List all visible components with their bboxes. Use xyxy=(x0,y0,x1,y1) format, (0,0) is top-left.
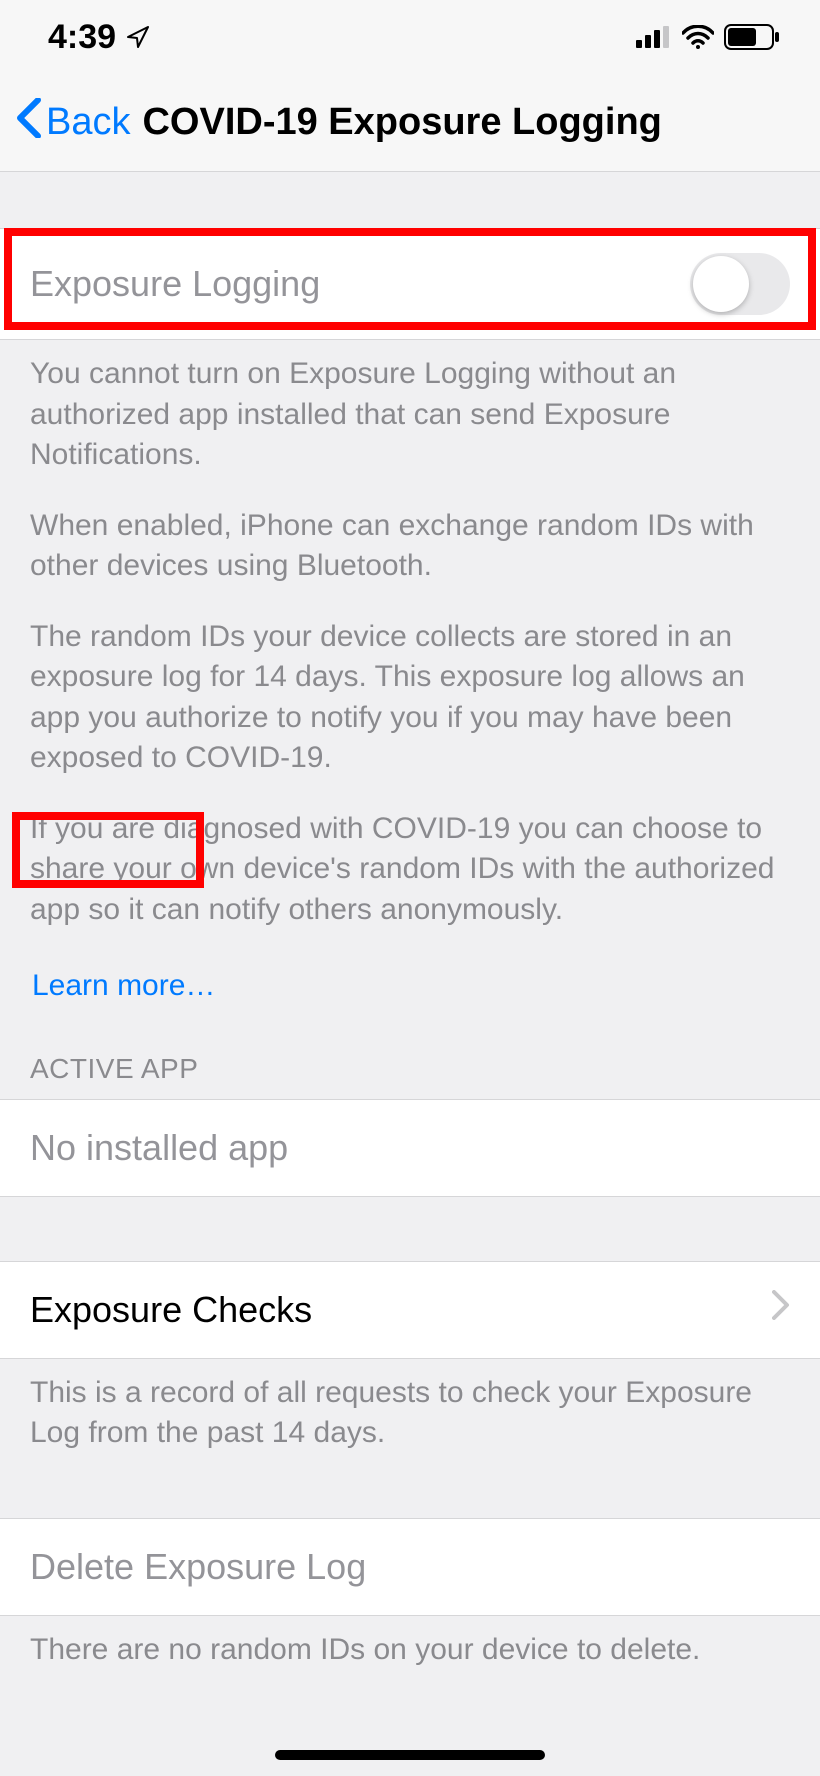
back-label: Back xyxy=(46,101,130,144)
exposure-logging-toggle[interactable] xyxy=(690,253,790,315)
nav-bar: Back COVID-19 Exposure Logging xyxy=(0,74,820,172)
wifi-icon xyxy=(682,25,714,49)
exposure-logging-row[interactable]: Exposure Logging xyxy=(0,228,820,340)
chevron-left-icon xyxy=(16,98,42,148)
status-bar: 4:39 xyxy=(0,0,820,74)
back-button[interactable]: Back xyxy=(16,98,130,148)
page-title: COVID-19 Exposure Logging xyxy=(142,101,661,144)
exposure-checks-footer: This is a record of all requests to chec… xyxy=(0,1359,820,1454)
exposure-checks-row[interactable]: Exposure Checks xyxy=(0,1261,820,1359)
chevron-right-icon xyxy=(772,1290,790,1329)
active-app-row: No installed app xyxy=(0,1099,820,1197)
home-indicator[interactable] xyxy=(275,1750,545,1760)
footer-p4: If you are diagnosed with COVID-19 you c… xyxy=(30,809,790,931)
delete-exposure-log-label: Delete Exposure Log xyxy=(30,1546,366,1588)
exposure-logging-footer: You cannot turn on Exposure Logging with… xyxy=(0,340,820,1013)
location-arrow-icon xyxy=(126,25,150,49)
cellular-signal-icon xyxy=(636,26,672,48)
exposure-logging-label: Exposure Logging xyxy=(30,263,320,305)
footer-p1: You cannot turn on Exposure Logging with… xyxy=(30,354,790,476)
delete-exposure-log-row[interactable]: Delete Exposure Log xyxy=(0,1518,820,1616)
footer-p3: The random IDs your device collects are … xyxy=(30,617,790,779)
active-app-header: ACTIVE APP xyxy=(0,1013,820,1099)
learn-more-link[interactable]: Learn more… xyxy=(30,960,217,1013)
clock: 4:39 xyxy=(48,18,116,57)
exposure-checks-label: Exposure Checks xyxy=(30,1289,312,1331)
active-app-value: No installed app xyxy=(30,1127,288,1169)
delete-exposure-log-footer: There are no random IDs on your device t… xyxy=(0,1616,820,1671)
toggle-knob xyxy=(693,256,749,312)
footer-p2: When enabled, iPhone can exchange random… xyxy=(30,506,790,587)
battery-icon xyxy=(724,24,780,50)
